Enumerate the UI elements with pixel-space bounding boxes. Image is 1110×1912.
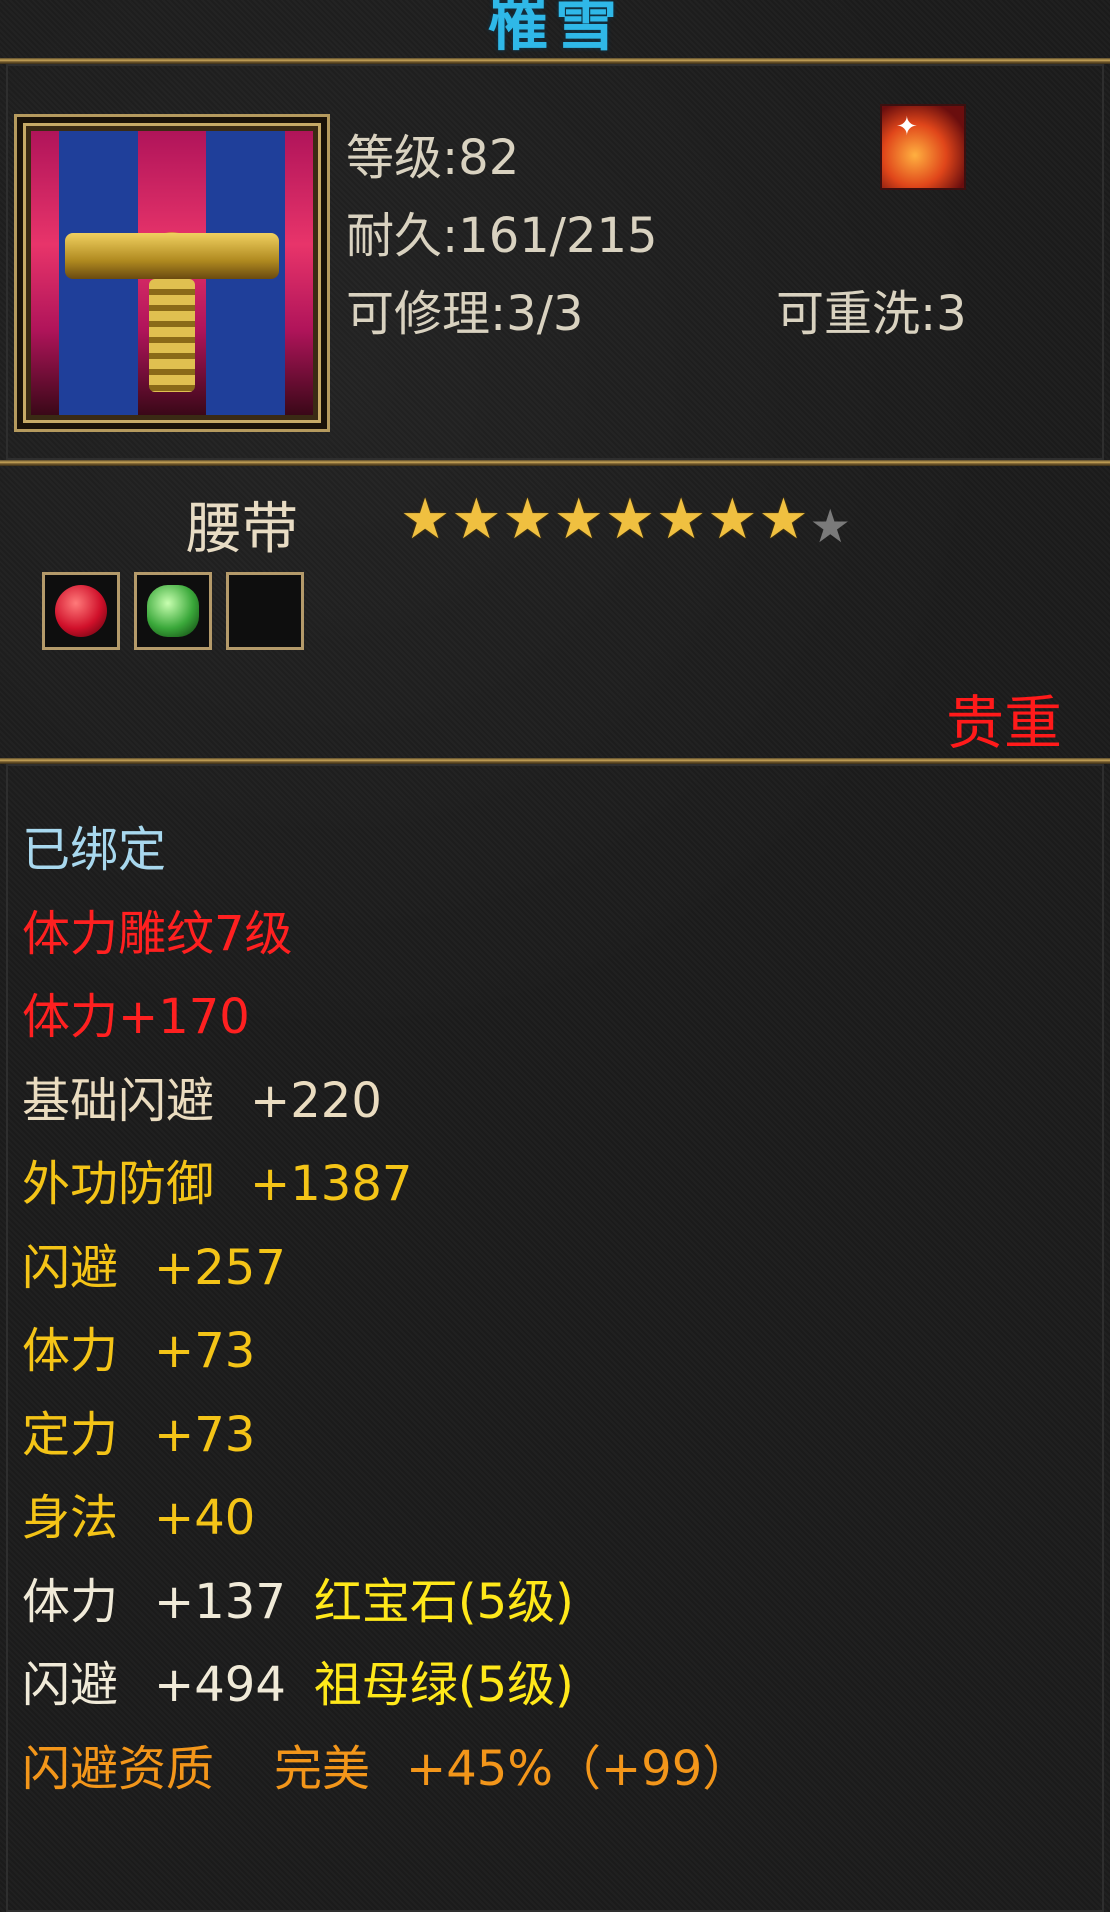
aptitude-label: 闪避资质 [22, 1740, 215, 1797]
belt-item-icon [31, 131, 313, 415]
attr-base-dodge: 基础闪避 +220 [22, 1071, 750, 1155]
gem-name: 祖母绿(5级) [313, 1657, 574, 1713]
gem-sockets [42, 572, 304, 650]
star-filled-icon: ★ [400, 487, 451, 552]
star-filled-icon: ★ [604, 487, 656, 552]
attr-value: +1387 [250, 1156, 413, 1212]
attr-outer-defense: 外功防御 +1387 [22, 1154, 750, 1238]
gem-bonus-ruby: 体力 +137 红宝石(5级) [22, 1572, 750, 1656]
item-rewashable: 可重洗:3 [776, 286, 967, 342]
item-type: 腰带 [186, 497, 298, 562]
star-filled-icon: ★ [451, 487, 502, 552]
attr-label: 外功防御 [22, 1156, 215, 1212]
socket-empty[interactable] [226, 572, 304, 650]
item-title: 罹雪 [486, 0, 623, 59]
attr-label: 身法 [22, 1490, 119, 1546]
attr-dodge: 闪避 +257 [22, 1238, 750, 1322]
aptitude-grade: 完美 [274, 1740, 371, 1797]
star-empty-icon: ★ [809, 499, 851, 553]
attr-value: +40 [154, 1490, 256, 1546]
fire-element-icon: ✦ [880, 104, 966, 190]
attr-label: 体力 [22, 1573, 119, 1630]
emerald-gem-icon [147, 585, 199, 637]
star-filled-icon: ★ [656, 487, 707, 552]
attr-value: +220 [250, 1072, 382, 1129]
engrave-bonus: 体力+170 [22, 989, 250, 1045]
aptitude-line: 闪避资质 完美 +45%（+99） [22, 1739, 750, 1823]
socket-ruby[interactable] [42, 572, 120, 650]
attr-agility: 身法 +40 [22, 1488, 750, 1572]
attr-label: 闪避 [22, 1239, 119, 1296]
attr-value: +494 [154, 1657, 286, 1713]
aptitude-value: +45%（+99） [406, 1740, 751, 1797]
attr-value: +137 [154, 1573, 286, 1630]
attr-value: +257 [154, 1239, 286, 1296]
attr-focus: 定力 +73 [22, 1405, 750, 1489]
star-filled-icon: ★ [502, 487, 553, 552]
star-filled-icon: ★ [707, 487, 758, 552]
engrave-level: 体力雕纹7级 [22, 905, 293, 962]
divider-mid [0, 460, 1110, 466]
attribute-list: 已绑定 体力雕纹7级 体力+170 基础闪避 +220 外功防御 +1387 闪避 +… [22, 820, 750, 1822]
gem-bonus-emerald: 闪避 +494 祖母绿(5级) [22, 1655, 750, 1739]
attr-value: +73 [154, 1323, 256, 1379]
socket-emerald[interactable] [134, 572, 212, 650]
attr-label: 闪避 [22, 1657, 119, 1713]
attr-stamina: 体力 +73 [22, 1321, 750, 1405]
item-tooltip-panel: 罹雪 等级:82 耐久:161/215 可修理:3/3 可重洗:3 ✦ 腰带 ★… [0, 0, 1110, 1912]
gem-name: 红宝石(5级) [313, 1573, 574, 1630]
ruby-gem-icon [55, 585, 107, 637]
attr-value: +73 [154, 1406, 256, 1463]
attr-label: 基础闪避 [22, 1072, 215, 1129]
bound-status: 已绑定 [22, 822, 167, 878]
item-durability: 耐久:161/215 [346, 208, 658, 264]
item-level: 等级:82 [346, 130, 520, 186]
star-rating: ★ ★ ★ ★ ★ ★ ★ ★ ★ [400, 492, 851, 554]
attr-label: 定力 [22, 1406, 119, 1463]
item-repairable: 可修理:3/3 [346, 286, 584, 342]
star-filled-icon: ★ [758, 487, 809, 552]
attr-label: 体力 [22, 1323, 119, 1379]
rarity-label: 贵重 [945, 689, 1062, 757]
item-icon-frame[interactable] [14, 114, 330, 432]
star-filled-icon: ★ [553, 487, 604, 552]
